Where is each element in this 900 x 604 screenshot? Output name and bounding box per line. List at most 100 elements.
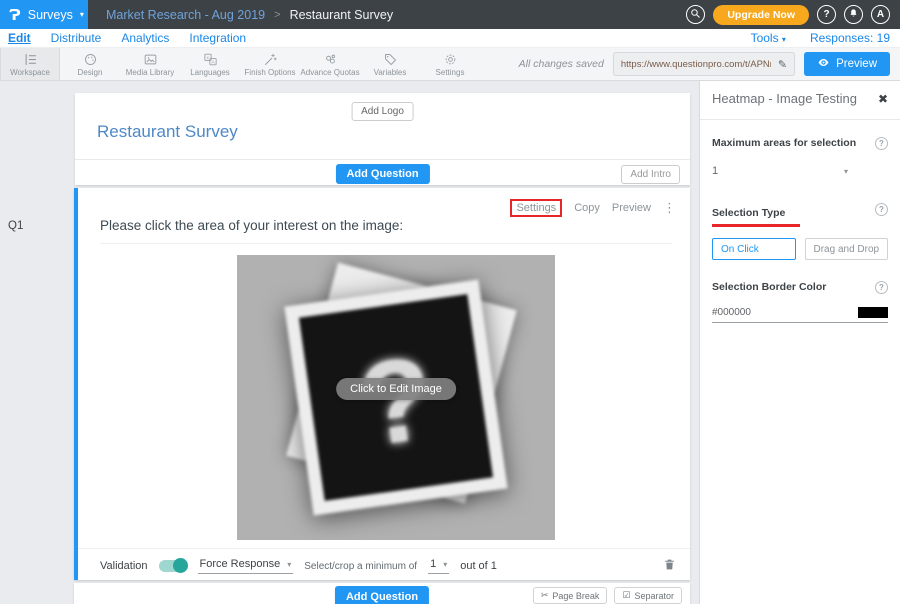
gear-icon	[443, 52, 458, 67]
add-intro-button[interactable]: Add Intro	[621, 165, 680, 184]
help-icon[interactable]: ?	[875, 137, 888, 150]
toolbar-item-label: Settings	[436, 68, 465, 77]
survey-title[interactable]: Restaurant Survey	[97, 122, 238, 142]
separator-icon: ☑	[622, 590, 630, 601]
product-menu[interactable]: Ɂ Surveys ▾	[0, 0, 88, 29]
chevron-down-icon: ▾	[287, 560, 291, 569]
search-icon	[690, 8, 701, 22]
validation-label: Validation	[100, 560, 148, 572]
question-preview-button[interactable]: Preview	[612, 202, 651, 214]
toolbar-item-finish-options[interactable]: Finish Options	[240, 48, 300, 80]
question-text[interactable]: Please click the area of your interest o…	[100, 218, 403, 233]
bell-icon	[848, 8, 859, 22]
validation-row: Validation Force Response ▾ Select/crop …	[100, 554, 676, 578]
on-click-option[interactable]: On Click	[712, 238, 796, 260]
click-to-edit-image-button[interactable]: Click to Edit Image	[336, 378, 456, 400]
toolbar-item-label: Design	[78, 68, 103, 77]
next-block-strip: Add Question ✂ Page Break ☑ Separator	[74, 583, 690, 604]
magic-wand-icon	[263, 52, 278, 67]
preview-button[interactable]: Preview	[804, 52, 890, 76]
validation-toggle[interactable]	[159, 560, 187, 572]
tab-edit[interactable]: Edit	[8, 31, 31, 45]
divider	[75, 159, 690, 160]
tools-menu[interactable]: Tools ▾	[751, 31, 786, 45]
close-icon: ✖	[878, 92, 888, 106]
survey-url-input[interactable]	[614, 59, 771, 70]
toolbar-item-languages[interactable]: xA Languages	[180, 48, 240, 80]
help-glyph: ?	[879, 139, 884, 148]
border-color-input[interactable]: #000000	[712, 307, 888, 323]
toolbar-item-label: Finish Options	[244, 68, 295, 77]
question-actions: Settings Copy Preview ⋮	[510, 199, 676, 217]
notifications-button[interactable]	[844, 5, 863, 24]
responses-count[interactable]: Responses: 19	[810, 31, 890, 45]
chevron-down-icon: ▾	[782, 35, 786, 44]
delete-question-button[interactable]	[663, 558, 676, 574]
avatar-initial: A	[877, 9, 884, 20]
close-panel-button[interactable]: ✖	[878, 92, 888, 106]
tab-integration[interactable]: Integration	[189, 31, 246, 45]
save-status: All changes saved	[519, 58, 604, 70]
upgrade-now-button[interactable]: Upgrade Now	[713, 5, 809, 25]
toolbar-item-design[interactable]: Design	[60, 48, 120, 80]
panel-title: Heatmap - Image Testing	[712, 91, 857, 106]
help-glyph: ?	[879, 205, 884, 214]
divider	[700, 119, 900, 120]
workspace-icon	[23, 52, 38, 67]
breadcrumb: Market Research - Aug 2019 > Restaurant …	[106, 8, 393, 22]
help-icon[interactable]: ?	[875, 203, 888, 216]
chevron-down-icon: ▾	[844, 167, 848, 176]
tab-distribute[interactable]: Distribute	[51, 31, 102, 45]
question-mark-icon: ?	[823, 9, 829, 20]
account-avatar[interactable]: A	[871, 5, 890, 24]
survey-header-card: Add Logo Restaurant Survey Add Question …	[75, 93, 690, 185]
add-logo-button[interactable]: Add Logo	[351, 102, 414, 121]
help-icon[interactable]: ?	[875, 281, 888, 294]
minimum-value-select[interactable]: 1 ▾	[428, 558, 449, 574]
survey-url-group: ✎	[613, 52, 795, 76]
palette-icon	[83, 52, 98, 67]
svg-text:A: A	[211, 59, 215, 64]
svg-text:x: x	[206, 54, 209, 59]
toolbar-item-media-library[interactable]: Media Library	[120, 48, 180, 80]
tag-icon	[383, 52, 398, 67]
breadcrumb-parent-link[interactable]: Market Research - Aug 2019	[106, 8, 265, 22]
question-settings-button[interactable]: Settings	[510, 199, 562, 217]
topbar-actions: Upgrade Now ? A	[686, 5, 900, 25]
minimum-select-label: Select/crop a minimum of	[304, 561, 417, 572]
question-settings-panel: Heatmap - Image Testing ✖ Maximum areas …	[699, 81, 900, 604]
max-areas-select[interactable]: 1 ▾	[712, 165, 848, 177]
validation-type-value: Force Response	[200, 558, 281, 570]
toolbar-item-workspace[interactable]: Workspace	[0, 48, 60, 80]
toolbar-item-settings[interactable]: Settings	[420, 48, 480, 80]
toolbar-item-advance-quotas[interactable]: Advance Quotas	[300, 48, 360, 80]
questionpro-logo-icon: Ɂ	[9, 6, 21, 24]
toolbar-item-label: Variables	[374, 68, 407, 77]
validation-type-select[interactable]: Force Response ▾	[198, 558, 294, 574]
section-nav: Edit Distribute Analytics Integration To…	[0, 29, 900, 48]
color-swatch[interactable]	[858, 307, 888, 318]
toolbar-item-variables[interactable]: Variables	[360, 48, 420, 80]
translate-icon: xA	[203, 52, 218, 67]
divider	[100, 243, 672, 244]
eye-icon	[817, 56, 830, 72]
search-button[interactable]	[686, 5, 705, 24]
help-button[interactable]: ?	[817, 5, 836, 24]
block-insert-buttons: ✂ Page Break ☑ Separator	[533, 587, 682, 604]
question-card: Settings Copy Preview ⋮ Please click the…	[74, 188, 690, 580]
add-question-button-top[interactable]: Add Question	[335, 164, 429, 184]
divider	[78, 548, 690, 549]
add-question-button-bottom[interactable]: Add Question	[335, 586, 429, 604]
toolbar-item-label: Media Library	[126, 68, 174, 77]
selection-type-options: On Click Drag and Drop	[712, 238, 888, 260]
help-glyph: ?	[879, 283, 884, 292]
edit-url-button[interactable]: ✎	[771, 58, 794, 71]
separator-button[interactable]: ☑ Separator	[614, 587, 682, 604]
drag-and-drop-option[interactable]: Drag and Drop	[805, 238, 889, 260]
question-copy-button[interactable]: Copy	[574, 202, 600, 214]
kebab-menu-icon[interactable]: ⋮	[663, 200, 676, 216]
red-annotation-underline	[712, 224, 800, 227]
tab-analytics[interactable]: Analytics	[121, 31, 169, 45]
question-image-placeholder[interactable]: ? Click to Edit Image	[237, 255, 555, 540]
page-break-button[interactable]: ✂ Page Break	[533, 587, 608, 604]
